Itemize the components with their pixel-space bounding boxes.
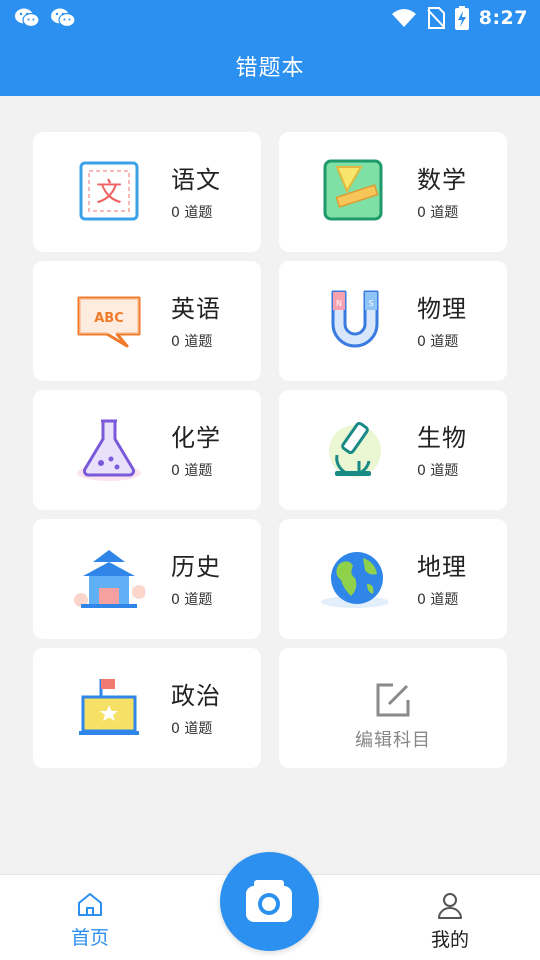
subject-count: 0 道题	[171, 205, 213, 221]
svg-text:ABC: ABC	[94, 311, 124, 326]
edit-subjects-button[interactable]: 编辑科目	[279, 648, 507, 768]
subject-card-geography[interactable]: 地理 0 道题	[279, 519, 507, 639]
subject-count: 0 道题	[171, 334, 213, 350]
subject-name: 政治	[171, 682, 221, 710]
english-icon: ABC	[77, 296, 141, 348]
geography-icon	[321, 552, 389, 608]
battery-charging-icon	[454, 6, 469, 30]
status-bar: 8:27	[0, 0, 540, 36]
subject-name: 历史	[171, 553, 221, 581]
subject-count: 0 道题	[171, 721, 213, 737]
chinese-icon: 文	[79, 161, 139, 221]
nav-home-label: 首页	[70, 927, 109, 949]
subject-count: 0 道题	[171, 463, 213, 479]
subject-name: 数学	[417, 166, 467, 194]
physics-icon: N S	[331, 290, 379, 348]
biology-icon	[329, 421, 381, 477]
subject-card-chinese[interactable]: 文 语文 0 道题	[33, 132, 261, 252]
politics-icon	[79, 679, 139, 735]
subject-name: 化学	[171, 424, 221, 452]
nav-mine-label: 我的	[430, 929, 469, 951]
subject-card-english[interactable]: ABC 英语 0 道题	[33, 261, 261, 381]
wechat-notification-icon	[15, 8, 40, 28]
subject-count: 0 道题	[417, 592, 459, 608]
page-title: 错题本	[235, 56, 305, 81]
nav-mine[interactable]: 我的	[400, 891, 500, 952]
subject-name: 英语	[171, 295, 221, 323]
subject-count: 0 道题	[417, 205, 459, 221]
no-sim-icon	[427, 7, 445, 29]
camera-icon	[246, 880, 292, 922]
edit-icon	[376, 683, 410, 717]
history-icon	[74, 550, 145, 608]
nav-home[interactable]: 首页	[40, 891, 140, 950]
home-icon	[78, 893, 102, 916]
subject-name: 物理	[417, 295, 467, 323]
user-icon	[438, 893, 462, 919]
status-time: 8:27	[478, 7, 528, 29]
math-icon	[323, 159, 383, 221]
wechat-notification-icon	[51, 8, 76, 28]
subject-name: 语文	[171, 166, 221, 194]
subject-card-history[interactable]: 历史 0 道题	[33, 519, 261, 639]
svg-text:N: N	[336, 299, 342, 308]
subject-count: 0 道题	[417, 334, 459, 350]
subject-card-physics[interactable]: N S 物理 0 道题	[279, 261, 507, 381]
app-bar: 8:27 错题本	[0, 0, 540, 96]
svg-text:S: S	[368, 299, 373, 308]
subject-card-biology[interactable]: 生物 0 道题	[279, 390, 507, 510]
wifi-icon	[391, 9, 416, 27]
subject-name: 地理	[417, 553, 467, 581]
subject-count: 0 道题	[417, 463, 459, 479]
camera-button[interactable]	[220, 852, 319, 951]
chemistry-icon	[77, 419, 141, 481]
subject-card-math[interactable]: 数学 0 道题	[279, 132, 507, 252]
subject-name: 生物	[417, 424, 467, 452]
subject-card-chemistry[interactable]: 化学 0 道题	[33, 390, 261, 510]
edit-subjects-label: 编辑科目	[355, 730, 431, 751]
subject-count: 0 道题	[171, 592, 213, 608]
subject-card-politics[interactable]: 政治 0 道题	[33, 648, 261, 768]
svg-text:文: 文	[96, 178, 122, 208]
